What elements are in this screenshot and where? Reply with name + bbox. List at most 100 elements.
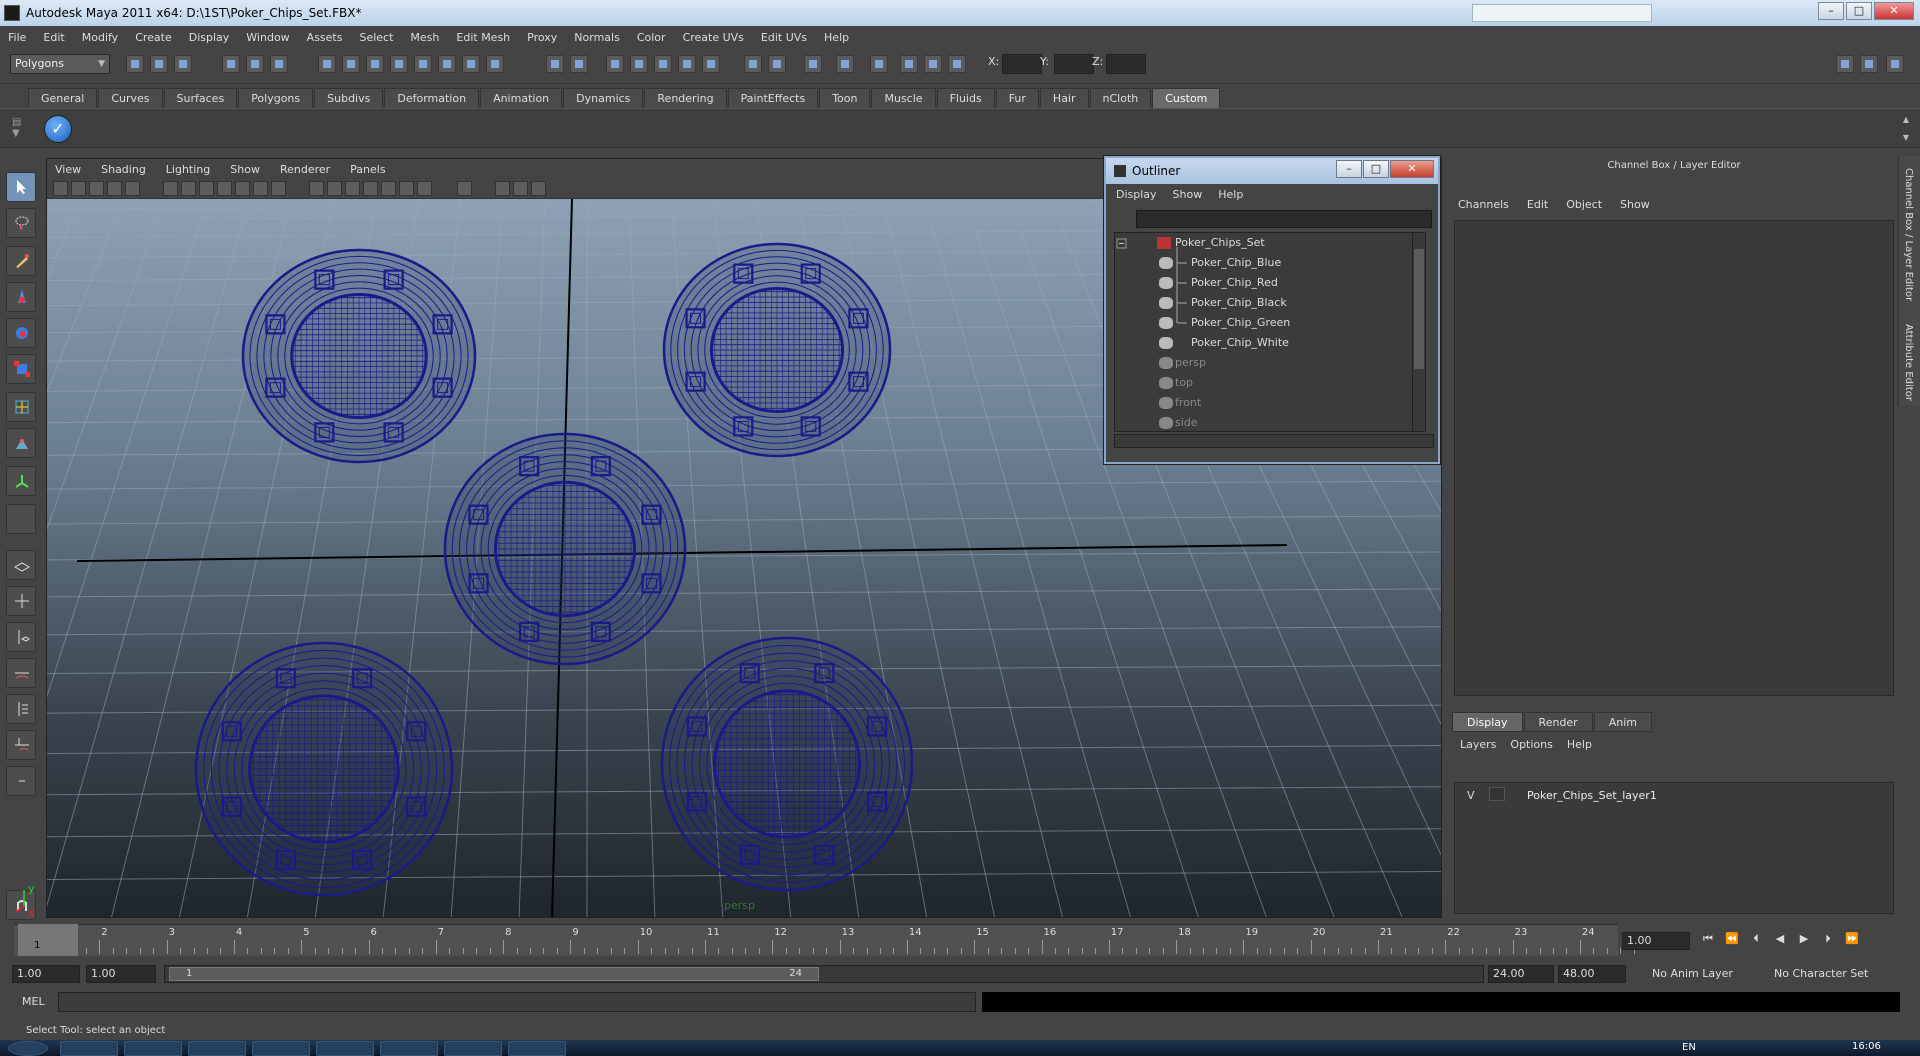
step-forward-frame-icon[interactable]: ⏵ (1816, 932, 1840, 950)
shelf-tab-fur[interactable]: Fur (995, 88, 1039, 108)
outliner-maximize-button[interactable]: □ (1363, 160, 1389, 178)
snap-view-icon[interactable] (462, 55, 480, 73)
select-tool-icon[interactable] (6, 172, 36, 202)
language-indicator[interactable]: EN (1682, 1042, 1696, 1053)
outliner-filter-input[interactable] (1136, 210, 1432, 228)
menu-modify[interactable]: Modify (82, 31, 118, 44)
outliner-window[interactable]: Outliner – □ ✕ Display Show Help Poker_C… (1104, 156, 1440, 464)
shelf-tab-dynamics[interactable]: Dynamics (563, 88, 644, 108)
checkmark-shelf-icon[interactable]: ✓ (44, 115, 72, 143)
shelf-tab-painteffects[interactable]: PaintEffects (727, 88, 819, 108)
layer-menu-options[interactable]: Options (1510, 738, 1552, 751)
command-input[interactable] (58, 992, 976, 1012)
grid-icon[interactable] (163, 181, 178, 196)
outliner-menu-display[interactable]: Display (1116, 188, 1157, 201)
anim-layer-dropdown[interactable]: No Anim Layer (1652, 965, 1733, 983)
menu-edit-uvs[interactable]: Edit UVs (761, 31, 807, 44)
taskbar-app-3[interactable] (188, 1041, 246, 1056)
shelf-tab-subdivs[interactable]: Subdivs (314, 88, 384, 108)
layout-persp-graph-icon[interactable] (6, 658, 36, 688)
shelf-tab-fluids[interactable]: Fluids (936, 88, 995, 108)
cb-menu-channels[interactable]: Channels (1458, 198, 1509, 211)
current-time-field[interactable]: 1.00 (1622, 932, 1690, 950)
menu-normals[interactable]: Normals (574, 31, 620, 44)
shelf-tab-custom[interactable]: Custom (1152, 88, 1221, 108)
cb-menu-show[interactable]: Show (1620, 198, 1650, 211)
taskbar-photoshop[interactable] (252, 1041, 310, 1056)
outliner-item-poker-chip-blue[interactable]: Poker_Chip_Blue (1115, 253, 1419, 273)
layer-tab-render[interactable]: Render (1523, 712, 1593, 732)
all-lights-icon[interactable] (417, 181, 432, 196)
vp-menu-lighting[interactable]: Lighting (166, 163, 210, 176)
side-tab-channel-box[interactable]: Channel Box / Layer Editor (1903, 168, 1914, 301)
x-field[interactable] (1002, 54, 1042, 74)
snap-curve-icon[interactable] (342, 55, 360, 73)
outliner-item-poker-chip-red[interactable]: Poker_Chip_Red (1115, 273, 1419, 293)
layout-single-pane-icon[interactable] (6, 550, 36, 580)
new-scene-icon[interactable] (126, 55, 144, 73)
isolate-select-icon[interactable] (495, 181, 510, 196)
taskbar-app-6[interactable] (380, 1041, 438, 1056)
menu-display[interactable]: Display (189, 31, 230, 44)
universal-manipulator-icon[interactable] (6, 392, 36, 422)
shelf-tab-toon[interactable]: Toon (819, 88, 871, 108)
menu-proxy[interactable]: Proxy (527, 31, 557, 44)
layer-tab-anim[interactable]: Anim (1593, 712, 1652, 732)
outliner-minimize-button[interactable]: – (1336, 160, 1362, 178)
layout-options-icon[interactable] (6, 766, 36, 796)
transform-mode-icon[interactable] (900, 55, 918, 73)
menu-create[interactable]: Create (135, 31, 172, 44)
viewport-settings-icon[interactable] (531, 181, 546, 196)
layer-visibility-toggle[interactable]: V (1467, 789, 1475, 802)
z-field[interactable] (1106, 54, 1146, 74)
minimize-button[interactable]: – (1818, 2, 1844, 20)
snap-point-icon[interactable] (366, 55, 384, 73)
layout-persp-outliner-icon[interactable] (6, 694, 36, 724)
y-field[interactable] (1054, 54, 1094, 74)
open-scene-icon[interactable] (150, 55, 168, 73)
select-hierarchy-icon[interactable] (222, 55, 240, 73)
default-light-icon[interactable] (381, 181, 396, 196)
outliner-item-poker-chip-black[interactable]: Poker_Chip_Black (1115, 293, 1419, 313)
help-search-input[interactable] (1472, 4, 1652, 22)
select-object-icon[interactable] (246, 55, 264, 73)
vp-menu-shading[interactable]: Shading (101, 163, 146, 176)
snap-live-icon[interactable] (414, 55, 432, 73)
taskbar-skype[interactable] (316, 1041, 374, 1056)
close-button[interactable]: ✕ (1874, 2, 1914, 20)
side-tab-attribute-editor[interactable]: Attribute Editor (1903, 324, 1914, 401)
select-camera-icon[interactable] (53, 181, 68, 196)
relative-transform-icon[interactable] (948, 55, 966, 73)
outliner-close-button[interactable]: ✕ (1390, 160, 1434, 178)
outliner-menu-help[interactable]: Help (1218, 188, 1243, 201)
step-back-key-icon[interactable]: ⏪ (1720, 932, 1744, 950)
menu-set-dropdown[interactable]: Polygons ▼ (10, 54, 110, 74)
outliner-item-side[interactable]: side (1115, 413, 1419, 431)
outliner-item-front[interactable]: front (1115, 393, 1419, 413)
outliner-horizontal-scrollbar[interactable] (1114, 434, 1434, 448)
shelf-tab-curves[interactable]: Curves (98, 88, 163, 108)
menu-color[interactable]: Color (637, 31, 666, 44)
rotate-tool-icon[interactable] (6, 318, 36, 348)
shelf-scroll-icon[interactable]: ▲ ▼ (1900, 115, 1912, 143)
taskbar-explorer[interactable] (508, 1041, 566, 1056)
shelf-tab-rendering[interactable]: Rendering (644, 88, 727, 108)
last-tool-icon[interactable] (6, 504, 36, 534)
xray-icon[interactable] (457, 181, 472, 196)
maximize-button[interactable]: □ (1846, 2, 1872, 20)
taskbar-maya[interactable] (444, 1041, 502, 1056)
go-to-end-icon[interactable]: ⏩ (1840, 932, 1864, 950)
menu-assets[interactable]: Assets (307, 31, 343, 44)
command-language-label[interactable]: MEL (22, 995, 45, 1008)
wireframe-icon[interactable] (309, 181, 324, 196)
smooth-shade-icon[interactable] (327, 181, 342, 196)
render-view-icon[interactable] (768, 55, 786, 73)
safe-title-icon[interactable] (271, 181, 286, 196)
menu-edit[interactable]: Edit (43, 31, 64, 44)
shelf-tab-deformation[interactable]: Deformation (384, 88, 480, 108)
outliner-item-poker-chips-set[interactable]: Poker_Chips_Set (1115, 233, 1419, 253)
bookmarks-icon[interactable] (89, 181, 104, 196)
selection-lock-icon[interactable] (570, 55, 588, 73)
vp-menu-panels[interactable]: Panels (350, 163, 385, 176)
menu-mesh[interactable]: Mesh (410, 31, 439, 44)
